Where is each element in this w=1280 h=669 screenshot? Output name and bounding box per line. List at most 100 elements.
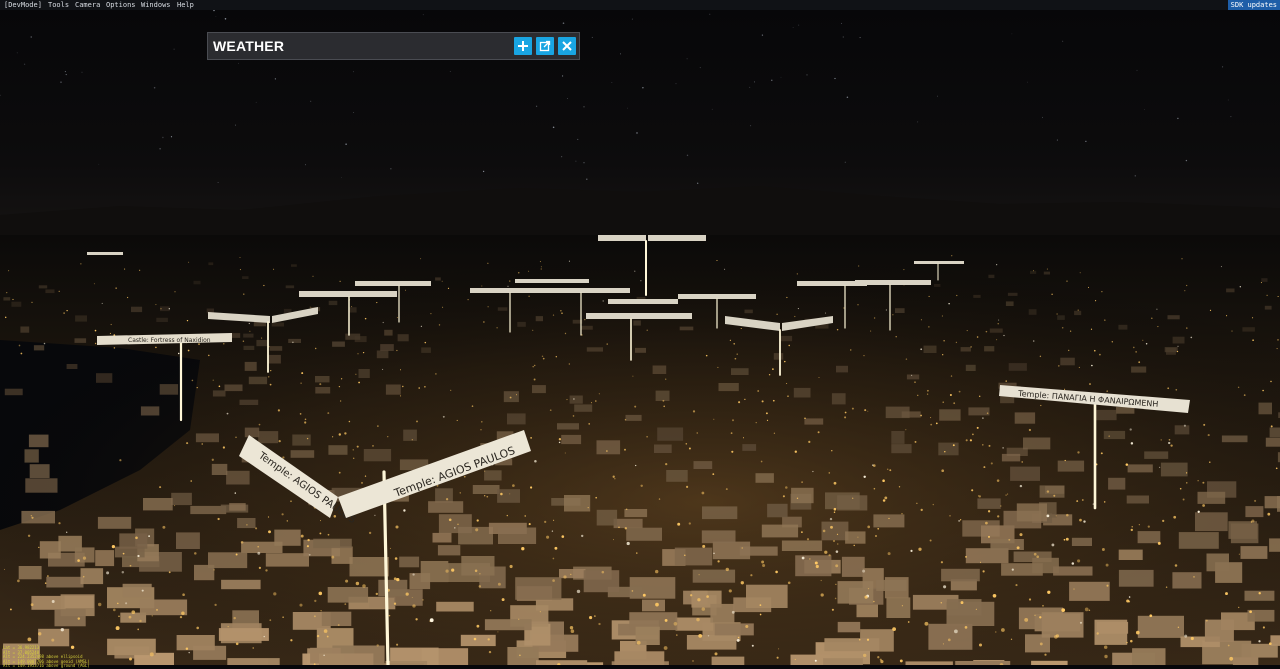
city-light — [831, 608, 834, 611]
building — [693, 461, 713, 469]
city-light — [949, 515, 951, 517]
city-light — [128, 615, 132, 619]
city-light — [563, 575, 567, 579]
city-light — [314, 599, 317, 603]
city-light — [930, 423, 933, 426]
building — [497, 489, 520, 503]
city-light — [1209, 461, 1211, 463]
star — [170, 136, 173, 138]
star — [1027, 81, 1028, 83]
building — [873, 514, 905, 528]
city-light — [227, 625, 229, 628]
city-light — [509, 396, 512, 399]
sdk-updates-badge[interactable]: SDK updates — [1227, 0, 1280, 10]
building — [171, 492, 192, 506]
city-light — [1061, 608, 1066, 612]
star — [686, 58, 688, 60]
add-button[interactable] — [514, 37, 532, 55]
city-light — [117, 602, 119, 605]
building — [195, 433, 219, 443]
city-light — [1019, 484, 1023, 488]
menu-windows[interactable]: Windows — [141, 0, 171, 10]
menu-tools[interactable]: Tools — [48, 0, 69, 10]
city-light — [833, 511, 836, 514]
city-light — [761, 400, 764, 403]
star — [761, 34, 764, 36]
city-light — [405, 592, 409, 596]
city-light — [697, 598, 701, 602]
star — [642, 86, 644, 89]
city-light — [235, 642, 239, 646]
city-light — [519, 654, 521, 657]
star — [1041, 116, 1044, 119]
city-light — [111, 544, 116, 549]
city-light — [640, 280, 642, 282]
city-light — [58, 290, 60, 292]
star — [16, 52, 18, 54]
city-light — [286, 520, 288, 522]
city-light — [888, 517, 890, 520]
city-light — [892, 627, 896, 631]
city-light — [942, 354, 944, 356]
city-light — [901, 605, 904, 607]
city-light — [1276, 348, 1278, 350]
city-light — [125, 602, 128, 605]
menu-options[interactable]: Options — [106, 0, 136, 10]
city-light — [836, 328, 839, 331]
building — [876, 579, 907, 591]
city-light — [352, 449, 354, 451]
menu-camera[interactable]: Camera — [75, 0, 100, 10]
building — [746, 584, 788, 608]
city-light — [832, 539, 836, 543]
city-light — [738, 401, 741, 404]
city-light — [564, 332, 567, 335]
menu-help[interactable]: Help — [177, 0, 194, 10]
flight-sim-viewport[interactable]: Castle: Fortress of Naxidion Temple: ΠΑΝ… — [0, 10, 1280, 665]
star — [1085, 140, 1087, 142]
city-light — [677, 522, 681, 526]
star — [1056, 139, 1058, 141]
city-light — [1207, 434, 1210, 437]
city-light — [1175, 388, 1178, 391]
building — [332, 341, 345, 347]
building — [984, 346, 995, 352]
city-light — [844, 416, 847, 419]
city-light — [1252, 339, 1254, 342]
city-light — [870, 330, 872, 332]
poi-sign — [299, 291, 397, 297]
city-light — [662, 399, 665, 402]
plus-icon — [518, 41, 528, 51]
city-light — [27, 534, 31, 538]
city-light — [1190, 336, 1193, 339]
city-light — [351, 306, 353, 308]
city-light — [663, 646, 668, 650]
city-light — [801, 531, 803, 533]
city-light — [497, 631, 499, 633]
city-light — [1177, 345, 1179, 347]
building — [1001, 453, 1021, 462]
city-light — [858, 265, 860, 267]
city-light — [213, 569, 215, 571]
city-light — [944, 450, 946, 453]
building — [1269, 427, 1280, 438]
menu-devmode[interactable]: [DevMode] — [4, 0, 42, 10]
city-light — [239, 269, 241, 271]
building — [837, 621, 861, 633]
city-light — [935, 422, 938, 425]
building — [28, 434, 49, 448]
city-light — [1046, 514, 1050, 518]
city-light — [978, 395, 981, 398]
building — [837, 581, 874, 604]
building — [74, 338, 87, 343]
undock-button[interactable] — [536, 37, 554, 55]
city-light — [612, 475, 615, 478]
building — [891, 431, 905, 444]
city-light — [806, 538, 810, 541]
building — [845, 531, 866, 544]
building — [227, 658, 280, 665]
building — [744, 309, 753, 314]
close-button[interactable] — [558, 37, 576, 55]
city-light — [1105, 563, 1109, 567]
city-light — [63, 312, 65, 314]
city-light — [837, 543, 839, 545]
